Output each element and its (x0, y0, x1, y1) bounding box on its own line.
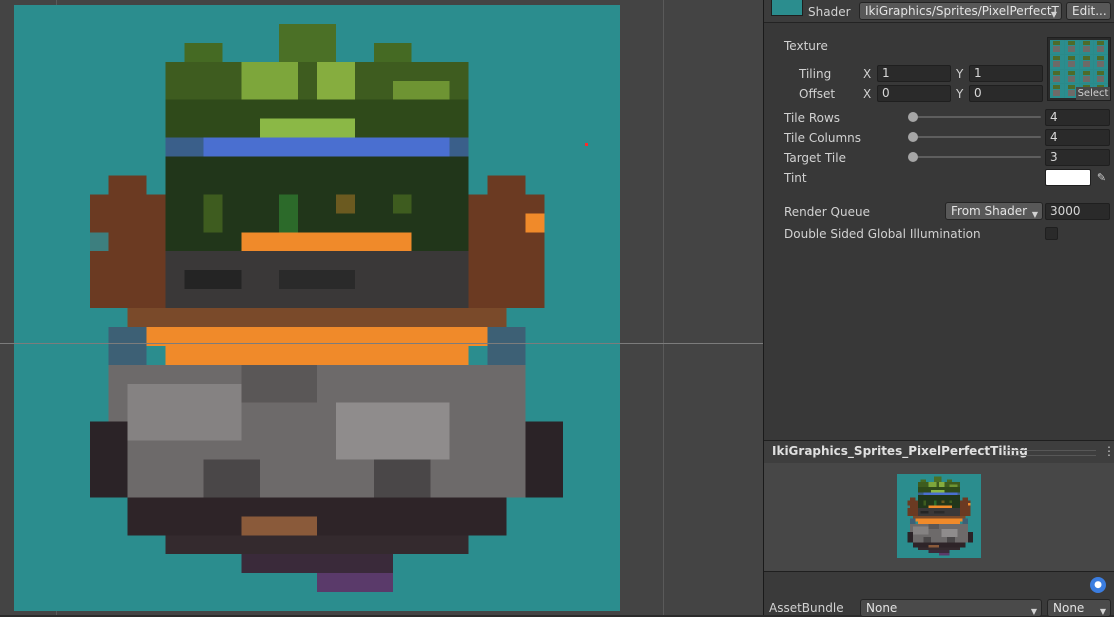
offset-y-field[interactable]: 0 (969, 85, 1043, 102)
chevron-down-icon: ▼ (1099, 607, 1106, 616)
scene-grid-line (663, 0, 664, 615)
texture-tile (1094, 40, 1108, 54)
tiling-x-label: X (863, 67, 872, 81)
material-header: Shader IkiGraphics/Sprites/PixelPerfectT… (764, 0, 1114, 23)
pivot-marker (585, 143, 588, 146)
preview-area[interactable] (764, 463, 1114, 572)
gi-checkbox[interactable] (1045, 227, 1058, 240)
texture-tile (1050, 69, 1064, 84)
render-queue-field[interactable]: 3000 (1045, 203, 1110, 220)
texture-select-button[interactable]: Select (1076, 87, 1110, 100)
gi-label: Double Sided Global Illumination (784, 227, 981, 241)
chevron-down-icon: ▼ (1030, 607, 1037, 616)
offset-x-field[interactable]: 0 (877, 85, 951, 102)
chevron-down-icon: ▼ (1031, 210, 1038, 219)
pixel-sprite-image (14, 5, 620, 611)
asset-bundle-variant-dropdown[interactable]: None ▼ (1047, 599, 1111, 617)
tile-columns-label: Tile Columns (784, 131, 862, 145)
sprite-preview-quad[interactable] (14, 5, 620, 611)
asset-labels-bar: ● AssetBundle None ▼ None ▼ (764, 572, 1114, 617)
tile-rows-slider[interactable] (909, 116, 1041, 118)
texture-tile (1050, 54, 1064, 69)
asset-bundle-label: AssetBundle (769, 601, 844, 615)
tile-columns-slider[interactable] (909, 136, 1041, 138)
inspector-panel: Shader IkiGraphics/Sprites/PixelPerfectT… (764, 0, 1114, 617)
texture-tile (1050, 84, 1064, 98)
texture-tile (1064, 40, 1079, 54)
chevron-down-icon: ▼ (1050, 10, 1057, 19)
scene-view[interactable] (0, 0, 764, 615)
tile-columns-slider-thumb[interactable] (908, 132, 918, 142)
material-icon (771, 0, 803, 16)
target-tile-slider-thumb[interactable] (908, 152, 918, 162)
tile-columns-field[interactable]: 4 (1045, 129, 1110, 146)
tiling-label: Tiling (799, 67, 832, 81)
texture-tile (1094, 69, 1108, 84)
offset-label: Offset (799, 87, 836, 101)
shader-dropdown-value: IkiGraphics/Sprites/PixelPerfectT (865, 4, 1059, 18)
asset-bundle-value: None (866, 601, 898, 615)
scene-axis-line (0, 343, 764, 344)
texture-tile (1050, 40, 1064, 54)
asset-bundle-dropdown[interactable]: None ▼ (860, 599, 1042, 617)
tile-rows-field[interactable]: 4 (1045, 109, 1110, 126)
preview-thumbnail (897, 474, 981, 558)
asset-bundle-variant-value: None (1053, 601, 1085, 615)
preview-title: IkiGraphics_Sprites_PixelPerfectTiling (772, 444, 1028, 458)
texture-tile (1079, 40, 1094, 54)
shader-dropdown[interactable]: IkiGraphics/Sprites/PixelPerfectT ▼ (859, 2, 1062, 20)
tint-label: Tint (784, 171, 807, 185)
tile-rows-label: Tile Rows (784, 111, 841, 125)
target-tile-slider[interactable] (909, 156, 1041, 158)
texture-tile (1064, 69, 1079, 84)
texture-tile (1079, 69, 1094, 84)
offset-x-label: X (863, 87, 872, 101)
tag-icon[interactable]: ● (1090, 577, 1106, 593)
texture-tile (1094, 54, 1108, 69)
render-queue-label: Render Queue (784, 205, 870, 219)
tiling-y-label: Y (956, 67, 964, 81)
texture-label: Texture (784, 39, 828, 53)
texture-tile (1079, 54, 1094, 69)
target-tile-field[interactable]: 3 (1045, 149, 1110, 166)
offset-y-label: Y (956, 87, 964, 101)
tiling-x-field[interactable]: 1 (877, 65, 951, 82)
kebab-menu-icon[interactable]: ⋮ (1103, 444, 1114, 458)
tint-color-field[interactable] (1045, 169, 1091, 186)
render-queue-dropdown[interactable]: From Shader ▼ (945, 202, 1043, 220)
render-queue-dropdown-value: From Shader (951, 204, 1028, 218)
shader-label: Shader (808, 5, 851, 19)
eyedropper-icon[interactable]: ✎ (1093, 169, 1110, 186)
texture-slot[interactable]: Select (1047, 37, 1111, 101)
texture-tile (1064, 54, 1079, 69)
target-tile-label: Target Tile (784, 151, 846, 165)
tiling-y-field[interactable]: 1 (969, 65, 1043, 82)
preview-drag-handle[interactable] (1004, 450, 1096, 456)
edit-shader-button[interactable]: Edit... (1066, 2, 1111, 20)
tile-rows-slider-thumb[interactable] (908, 112, 918, 122)
preview-header[interactable]: IkiGraphics_Sprites_PixelPerfectTiling ⋮ (764, 440, 1114, 464)
